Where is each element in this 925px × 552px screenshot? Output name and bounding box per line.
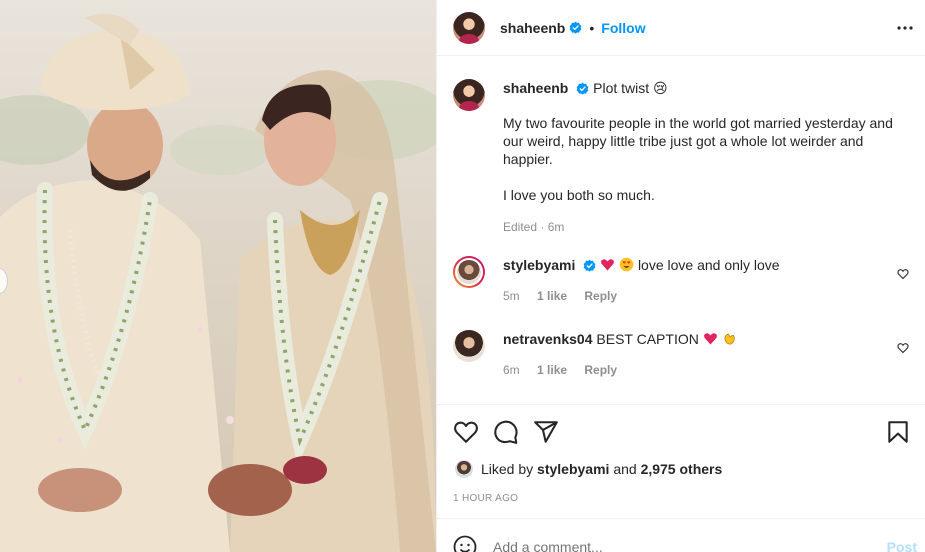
share-send-icon[interactable] [533,419,559,445]
commenter-avatar[interactable] [453,330,485,362]
comment-icon[interactable] [493,419,519,445]
comment-row: netravenks04 BEST CAPTION 6m 1 like Repl… [453,330,913,377]
comment-likes[interactable]: 1 like [537,289,567,303]
liker-username[interactable]: stylebyami [537,461,609,477]
comment-body: netravenks04 BEST CAPTION 6m 1 like Repl… [503,330,913,377]
heart-eyes-emoji-icon [619,257,634,272]
caption: shaheenb Plot twist 😢 My two favourite p… [453,79,913,234]
comment-text: love love and only love [637,257,780,273]
post-photo[interactable] [0,0,436,552]
like-comment-heart-icon[interactable] [897,268,909,280]
author-info: shaheenb • Follow [500,20,646,36]
likes-joiner: and [613,461,637,477]
comments-section[interactable]: shaheenb Plot twist 😢 My two favourite p… [437,57,925,404]
verified-badge-icon [583,259,596,272]
header-separator: • [589,19,595,36]
comment-line: netravenks04 BEST CAPTION [503,330,913,348]
author-username[interactable]: shaheenb [500,20,565,36]
post-timestamp[interactable]: 1 HOUR AGO [453,493,518,504]
caption-body: shaheenb Plot twist 😢 My two favourite p… [503,79,913,234]
comment-composer: Post [437,518,925,552]
more-options-icon[interactable] [895,18,915,38]
likes-prefix: Liked by [481,461,534,477]
caption-meta: Edited · 6m [503,220,565,234]
reply-button[interactable]: Reply [584,289,617,303]
post-detail-panel: shaheenb • Follow shaheenb Plot twist 😢 … [436,0,925,552]
likes-others[interactable]: 2,975 others [641,461,723,477]
comment-username[interactable]: stylebyami [503,257,575,273]
caption-username[interactable]: shaheenb [503,80,568,96]
caption-headline-line: shaheenb Plot twist 😢 [503,79,913,97]
comment-time: 6m [503,363,520,377]
verified-badge-icon [570,21,582,34]
save-bookmark-icon[interactable] [885,419,911,445]
caption-avatar[interactable] [453,79,485,111]
emoji-picker-icon[interactable] [453,535,477,552]
comment-meta: 5m 1 like Reply [503,289,913,303]
comment-body: stylebyami love love and only love 5m 1 … [503,256,913,303]
red-heart-emoji-icon [601,259,615,271]
action-icons [453,419,911,445]
clapping-hands-emoji-icon [724,333,735,345]
comment-time: 5m [503,289,520,303]
add-comment-input[interactable] [493,539,823,552]
reply-button[interactable]: Reply [584,363,617,377]
wedding-photo-illustration [0,13,436,552]
author-avatar[interactable] [453,11,485,44]
post-comment-button[interactable]: Post [887,539,917,552]
verified-badge-icon [576,82,589,95]
comment-text: BEST CAPTION [596,331,699,347]
like-comment-heart-icon[interactable] [897,342,909,354]
comment-likes[interactable]: 1 like [537,363,567,377]
red-heart-emoji-icon [703,333,717,345]
comment-row: stylebyami love love and only love 5m 1 … [453,256,913,303]
commenter-avatar[interactable] [453,256,485,288]
caption-headline: Plot twist 😢 [593,80,668,96]
comment-line: stylebyami love love and only love [503,256,913,274]
comment-username[interactable]: netravenks04 [503,331,593,347]
likes-summary: Liked by stylebyami and 2,975 others [455,460,722,478]
like-heart-icon[interactable] [453,419,479,445]
liker-avatar[interactable] [455,460,473,478]
caption-text: My two favourite people in the world got… [503,115,893,203]
follow-button[interactable]: Follow [601,20,645,36]
comment-meta: 6m 1 like Reply [503,363,913,377]
post-header: shaheenb • Follow [437,0,925,56]
